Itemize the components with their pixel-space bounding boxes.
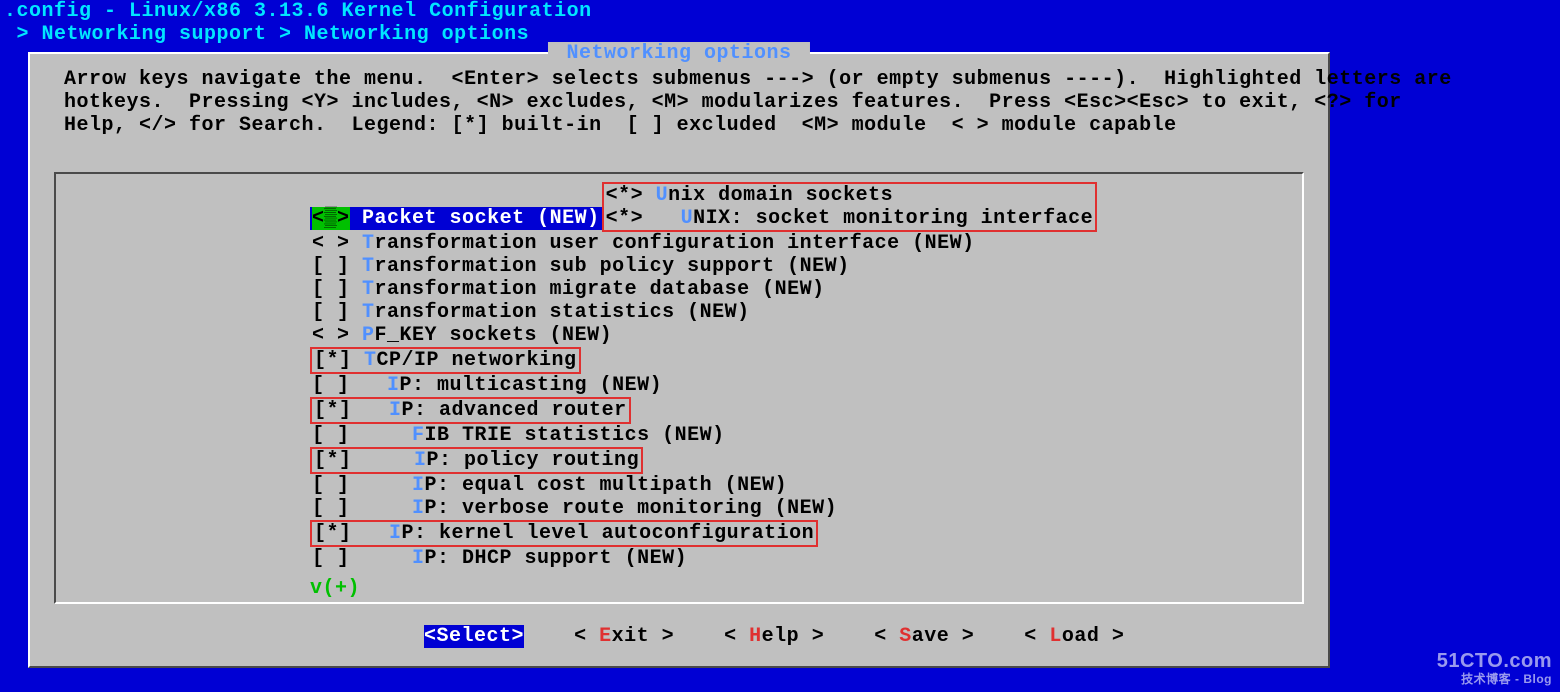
window-title: .config - Linux/x86 3.13.6 Kernel Config… [0, 0, 1560, 23]
menu-item[interactable]: [ ] Transformation migrate database (NEW… [310, 278, 1270, 301]
highlight-box: [*] IP: kernel level autoconfiguration [310, 520, 818, 547]
menu-item[interactable]: [ ] IP: multicasting (NEW) [310, 374, 1270, 397]
dialog-title: Networking options [548, 42, 810, 65]
screen: .config - Linux/x86 3.13.6 Kernel Config… [0, 0, 1560, 692]
menu-items: <▒> Packet socket (NEW)<*> Unix domain s… [310, 182, 1270, 570]
menu-list-box: <▒> Packet socket (NEW)<*> Unix domain s… [54, 172, 1304, 604]
load-button[interactable]: < Load > [1024, 625, 1124, 648]
dialog-box: Networking options Arrow keys navigate t… [28, 52, 1330, 668]
select-button[interactable]: <Select> [424, 625, 524, 648]
highlight-box: [*] IP: advanced router [310, 397, 631, 424]
highlight-box: [*] IP: policy routing [310, 447, 643, 474]
highlight-box: <*> Unix domain sockets<*> UNIX: socket … [602, 182, 1098, 232]
config-title: .config - Linux/x86 3.13.6 Kernel Config… [4, 0, 592, 23]
menu-item[interactable]: [ ] Transformation sub policy support (N… [310, 255, 1270, 278]
help-text: Arrow keys navigate the menu. <Enter> se… [64, 68, 1452, 137]
save-button[interactable]: < Save > [874, 625, 974, 648]
menu-item[interactable]: <*> Unix domain sockets [604, 184, 1096, 207]
help-button[interactable]: < Help > [724, 625, 824, 648]
watermark: 51CTO.com 技术博客 - Blog [1437, 652, 1552, 688]
button-bar: <Select> < Exit > < Help > < Save > < Lo… [30, 625, 1328, 648]
menu-item[interactable]: < > Transformation user configuration in… [310, 232, 1270, 255]
exit-button[interactable]: < Exit > [574, 625, 674, 648]
menu-item[interactable]: [ ] FIB TRIE statistics (NEW) [310, 424, 1270, 447]
scroll-down-indicator: v(+) [310, 577, 360, 600]
menu-item[interactable]: [ ] IP: DHCP support (NEW) [310, 547, 1270, 570]
menu-item[interactable]: [ ] IP: verbose route monitoring (NEW) [310, 497, 1270, 520]
menu-item[interactable]: [ ] Transformation statistics (NEW) [310, 301, 1270, 324]
menu-item[interactable]: <*> UNIX: socket monitoring interface [604, 207, 1096, 230]
menu-item[interactable]: [*] TCP/IP networking [312, 349, 579, 372]
menu-item[interactable]: < > PF_KEY sockets (NEW) [310, 324, 1270, 347]
menu-item[interactable]: [*] IP: kernel level autoconfiguration [312, 522, 816, 545]
menu-item[interactable]: <▒> Packet socket (NEW) [310, 207, 602, 230]
menu-item[interactable]: [*] IP: advanced router [312, 399, 629, 422]
highlight-box: [*] TCP/IP networking [310, 347, 581, 374]
menu-item[interactable]: [ ] IP: equal cost multipath (NEW) [310, 474, 1270, 497]
menu-item[interactable]: [*] IP: policy routing [312, 449, 641, 472]
